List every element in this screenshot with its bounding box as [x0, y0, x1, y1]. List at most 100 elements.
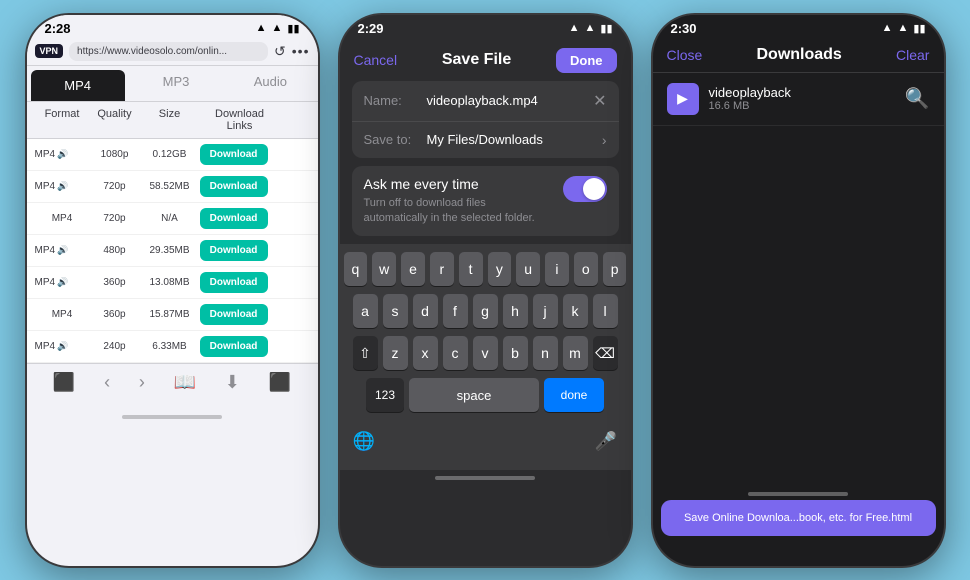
key-j[interactable]: j: [533, 294, 558, 328]
tab-mp4[interactable]: MP4: [31, 70, 125, 101]
table-row: MP4 🔊 1080p 0.12GB Download: [27, 139, 318, 171]
key-f[interactable]: f: [443, 294, 468, 328]
key-n[interactable]: n: [533, 336, 558, 370]
key-d[interactable]: d: [413, 294, 438, 328]
download-button-6[interactable]: Download: [200, 304, 268, 325]
nav-bookmarks-icon[interactable]: 📖: [174, 372, 196, 393]
close-button[interactable]: Close: [667, 47, 703, 63]
key-p[interactable]: p: [603, 252, 627, 286]
home-indicator-1: [122, 415, 222, 419]
mic-key[interactable]: 🎤: [594, 424, 619, 458]
format-cell: MP4 🔊: [35, 149, 90, 160]
more-button[interactable]: •••: [292, 43, 310, 59]
key-k[interactable]: k: [563, 294, 588, 328]
size-cell: 15.87MB: [140, 309, 200, 320]
download-button-2[interactable]: Download: [200, 176, 268, 197]
key-b[interactable]: b: [503, 336, 528, 370]
bottom-nav: ⬛ ‹ › 📖 ⬇ ⬛: [27, 363, 318, 409]
key-v[interactable]: v: [473, 336, 498, 370]
key-a[interactable]: a: [353, 294, 378, 328]
key-o[interactable]: o: [574, 252, 598, 286]
download-button-7[interactable]: Download: [200, 336, 268, 357]
toggle-switch[interactable]: [563, 176, 607, 202]
reload-button[interactable]: ↺: [274, 43, 286, 60]
table-header: Format Quality Size DownloadLinks: [27, 102, 318, 139]
nav-tabs-icon[interactable]: ⬛: [53, 372, 75, 393]
name-row: Name: videoplayback.mp4 ✕: [352, 81, 619, 122]
download-button-3[interactable]: Download: [200, 208, 268, 229]
time-1: 2:28: [45, 21, 71, 36]
format-cell: MP4 🔊: [35, 181, 90, 192]
clear-icon[interactable]: ✕: [593, 91, 606, 111]
status-bar-3: 2:30 ▲ ▲ ▮▮: [653, 15, 944, 38]
time-3: 2:30: [671, 21, 697, 36]
nav-menu-icon[interactable]: ⬛: [269, 372, 291, 393]
cancel-button[interactable]: Cancel: [354, 52, 398, 68]
nav-download-icon[interactable]: ⬇: [225, 372, 240, 393]
keyboard-row-2: a s d f g h j k l: [344, 294, 627, 328]
battery-icon-2: ▮▮: [600, 22, 612, 35]
saveto-value[interactable]: My Files/Downloads: [427, 132, 594, 147]
download-button-5[interactable]: Download: [200, 272, 268, 293]
keyboard-bottom-bar: 🌐 🎤: [344, 420, 627, 466]
battery-icon: ▮▮: [287, 22, 299, 35]
signal-icon: ▲: [256, 22, 267, 34]
key-x[interactable]: x: [413, 336, 438, 370]
name-value[interactable]: videoplayback.mp4: [427, 93, 586, 108]
quality-cell: 480p: [90, 245, 140, 256]
table-row: MP4 720p N/A Download: [27, 203, 318, 235]
download-button-4[interactable]: Download: [200, 240, 268, 261]
key-q[interactable]: q: [344, 252, 368, 286]
quality-cell: 240p: [90, 341, 140, 352]
save-banner[interactable]: Save Online Downloa...book, etc. for Fre…: [661, 500, 936, 536]
tabs-row: MP4 MP3 Audio: [27, 66, 318, 102]
key-r[interactable]: r: [430, 252, 454, 286]
key-c[interactable]: c: [443, 336, 468, 370]
quality-cell: 720p: [90, 181, 140, 192]
format-cell: MP4 🔊: [35, 277, 90, 288]
numbers-key[interactable]: 123: [366, 378, 404, 412]
table-row: MP4 🔊 480p 29.35MB Download: [27, 235, 318, 267]
keyboard-row-4: 123 space done: [344, 378, 627, 412]
key-t[interactable]: t: [459, 252, 483, 286]
key-l[interactable]: l: [593, 294, 618, 328]
downloads-title: Downloads: [756, 46, 841, 64]
search-button[interactable]: 🔍: [905, 86, 930, 111]
format-cell: MP4: [35, 213, 90, 224]
shift-key[interactable]: ⇧: [353, 336, 378, 370]
tab-audio[interactable]: Audio: [223, 66, 317, 101]
browser-bar: VPN https://www.videosolo.com/onlin... ↺…: [27, 38, 318, 66]
key-z[interactable]: z: [383, 336, 408, 370]
done-key[interactable]: done: [544, 378, 604, 412]
url-bar[interactable]: https://www.videosolo.com/onlin...: [69, 42, 268, 61]
clear-button[interactable]: Clear: [896, 47, 929, 63]
keyboard: q w e r t y u i o p a s d f g h j k l ⇧ …: [340, 244, 631, 470]
done-button[interactable]: Done: [556, 48, 617, 73]
size-cell: 0.12GB: [140, 149, 200, 160]
key-g[interactable]: g: [473, 294, 498, 328]
space-key[interactable]: space: [409, 378, 539, 412]
nav-back-icon[interactable]: ‹: [104, 372, 110, 393]
key-w[interactable]: w: [372, 252, 396, 286]
battery-icon-3: ▮▮: [913, 22, 925, 35]
key-u[interactable]: u: [516, 252, 540, 286]
size-cell: 6.33MB: [140, 341, 200, 352]
key-m[interactable]: m: [563, 336, 588, 370]
file-icon: ▶: [667, 83, 699, 115]
key-y[interactable]: y: [488, 252, 512, 286]
download-button-1[interactable]: Download: [200, 144, 268, 165]
key-i[interactable]: i: [545, 252, 569, 286]
table-row: MP4 🔊 240p 6.33MB Download: [27, 331, 318, 363]
chevron-right-icon: ›: [602, 132, 607, 148]
backspace-key[interactable]: ⌫: [593, 336, 618, 370]
wifi-icon-2: ▲: [585, 22, 596, 34]
tab-mp3[interactable]: MP3: [129, 66, 223, 101]
key-s[interactable]: s: [383, 294, 408, 328]
emoji-key[interactable]: 🌐: [352, 424, 377, 458]
key-h[interactable]: h: [503, 294, 528, 328]
key-e[interactable]: e: [401, 252, 425, 286]
nav-forward-icon[interactable]: ›: [139, 372, 145, 393]
toggle-title: Ask me every time: [364, 176, 553, 192]
name-label: Name:: [364, 93, 419, 108]
wifi-icon: ▲: [272, 22, 283, 34]
